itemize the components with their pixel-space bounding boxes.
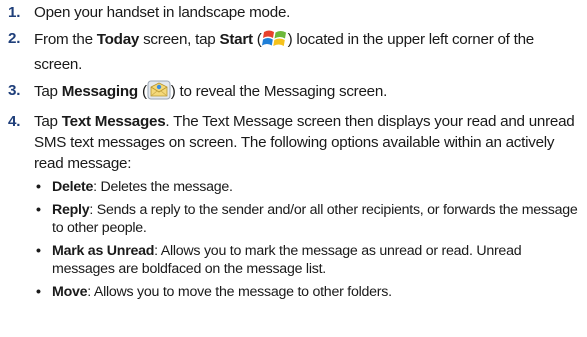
- option-reply: • Reply: Sends a reply to the sender and/…: [34, 201, 584, 237]
- step-text-segment: (: [252, 31, 262, 48]
- step-text-segment: (: [137, 83, 147, 100]
- instruction-steps: 1. Open your handset in landscape mode. …: [8, 2, 584, 306]
- manual-page: 1. Open your handset in landscape mode. …: [0, 0, 587, 337]
- step-number: 1.: [8, 4, 21, 21]
- bullet-marker: •: [36, 179, 41, 195]
- step-1: 1. Open your handset in landscape mode.: [8, 2, 584, 23]
- step-4: 4. Tap Text Messages. The Text Message s…: [8, 111, 584, 301]
- option-term: Reply: [52, 202, 90, 218]
- message-options-list: • Delete: Deletes the message. • Reply: Se…: [34, 178, 584, 301]
- option-term: Move: [52, 284, 88, 300]
- text-messages-keyword: Text Messages: [61, 113, 166, 130]
- step-text: Open your handset in landscape mode.: [34, 4, 291, 21]
- option-term: Delete: [52, 179, 94, 195]
- step-3: 3. Tap Messaging ( ) to reveal the Messa…: [8, 80, 584, 106]
- start-keyword: Start: [219, 31, 253, 48]
- bullet-marker: •: [36, 243, 41, 259]
- option-description: : Deletes the message.: [93, 179, 233, 195]
- option-delete: • Delete: Deletes the message.: [34, 178, 584, 196]
- step-number: 2.: [8, 30, 21, 47]
- option-description: : Allows you to move the message to othe…: [87, 284, 392, 300]
- bullet-marker: •: [36, 284, 41, 300]
- step-2: 2. From the Today screen, tap Start ( ) …: [8, 28, 584, 75]
- today-keyword: Today: [96, 31, 140, 48]
- messaging-keyword: Messaging: [61, 83, 139, 100]
- option-move: • Move: Allows you to move the message to…: [34, 283, 584, 301]
- step-text-segment: Tap: [34, 83, 62, 100]
- messaging-envelope-icon: [147, 80, 171, 106]
- step-text-segment: From the: [34, 31, 97, 48]
- option-mark-as-unread: • Mark as Unread: Allows you to mark the …: [34, 242, 584, 278]
- step-text-segment: screen, tap: [139, 31, 220, 48]
- step-text-segment: ) to reveal the Messaging screen.: [170, 83, 388, 100]
- bullet-marker: •: [36, 202, 41, 218]
- windows-start-icon: [261, 28, 288, 54]
- step-text-segment: Tap: [34, 113, 62, 130]
- option-term: Mark as Unread: [52, 243, 155, 259]
- option-description: : Sends a reply to the sender and/or all…: [52, 202, 578, 236]
- step-number: 3.: [8, 82, 21, 99]
- step-number: 4.: [8, 113, 21, 130]
